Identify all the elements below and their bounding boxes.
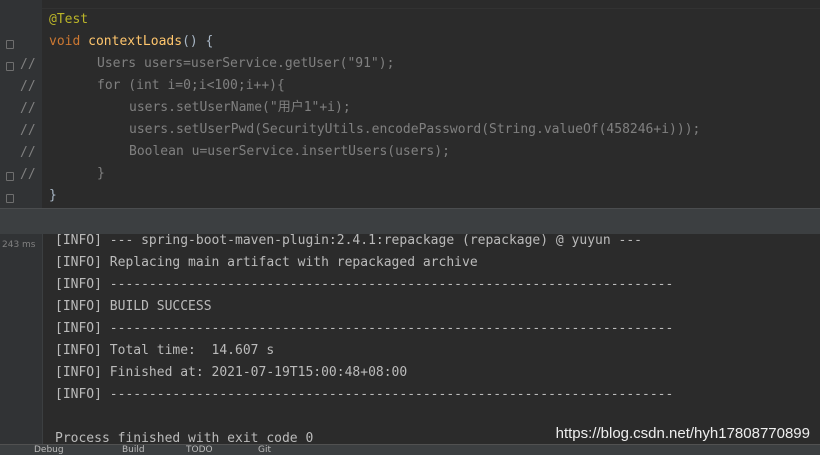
- console-line: [INFO] ---------------------------------…: [55, 277, 674, 292]
- fold-icon[interactable]: [6, 62, 14, 71]
- console-gutter: 243 ms: [0, 234, 43, 444]
- comment-marker: //: [20, 57, 36, 72]
- code-line-comment: users.setUserName("用户1"+i);: [129, 100, 351, 115]
- code-line-close-brace: }: [49, 188, 57, 203]
- console-line: [INFO] ---------------------------------…: [55, 321, 674, 336]
- tool-window-bar: Debug Build TODO Git: [0, 444, 820, 455]
- console-line: [INFO] ---------------------------------…: [55, 387, 674, 402]
- fold-icon[interactable]: [6, 194, 14, 203]
- method-name: contextLoads: [88, 34, 183, 49]
- fold-icon[interactable]: [6, 172, 14, 181]
- code-line-signature: void contextLoads() {: [49, 31, 213, 53]
- code-editor[interactable]: // // // // // // @Test void contextLoad…: [0, 0, 820, 208]
- code-line-comment: }: [97, 166, 105, 181]
- code-line-annotation: @Test: [49, 12, 89, 27]
- comment-marker: //: [20, 101, 36, 116]
- console-line: [INFO] BUILD SUCCESS: [55, 299, 212, 314]
- console-line: [INFO] --- spring-boot-maven-plugin:2.4.…: [55, 233, 642, 248]
- comment-marker: //: [20, 79, 36, 94]
- elapsed-time: 243 ms: [2, 240, 36, 250]
- comment-marker: //: [20, 167, 36, 182]
- run-console[interactable]: 243 ms [INFO] --- spring-boot-maven-plug…: [0, 233, 820, 446]
- code-line-comment: Users users=userService.getUser("91");: [97, 56, 395, 71]
- comment-marker: //: [20, 123, 36, 138]
- splitter-border: [0, 208, 820, 209]
- console-line: [INFO] Finished at: 2021-07-19T15:00:48+…: [55, 365, 408, 380]
- signature-rest: () {: [182, 34, 214, 49]
- code-line-comment: users.setUserPwd(SecurityUtils.encodePas…: [129, 122, 701, 137]
- keyword-void: void: [49, 34, 81, 49]
- watermark-url: https://blog.csdn.net/hyh17808770899: [555, 425, 810, 442]
- console-line: [INFO] Replacing main artifact with repa…: [55, 255, 478, 270]
- console-line: [INFO] Total time: 14.607 s: [55, 343, 275, 358]
- fold-icon[interactable]: [6, 40, 14, 49]
- editor-top-border: [0, 8, 820, 9]
- comment-marker: //: [20, 145, 36, 160]
- code-line-comment: for (int i=0;i<100;i++){: [97, 78, 285, 93]
- editor-gutter: // // // // // //: [0, 0, 42, 208]
- code-line-comment: Boolean u=userService.insertUsers(users)…: [129, 144, 450, 159]
